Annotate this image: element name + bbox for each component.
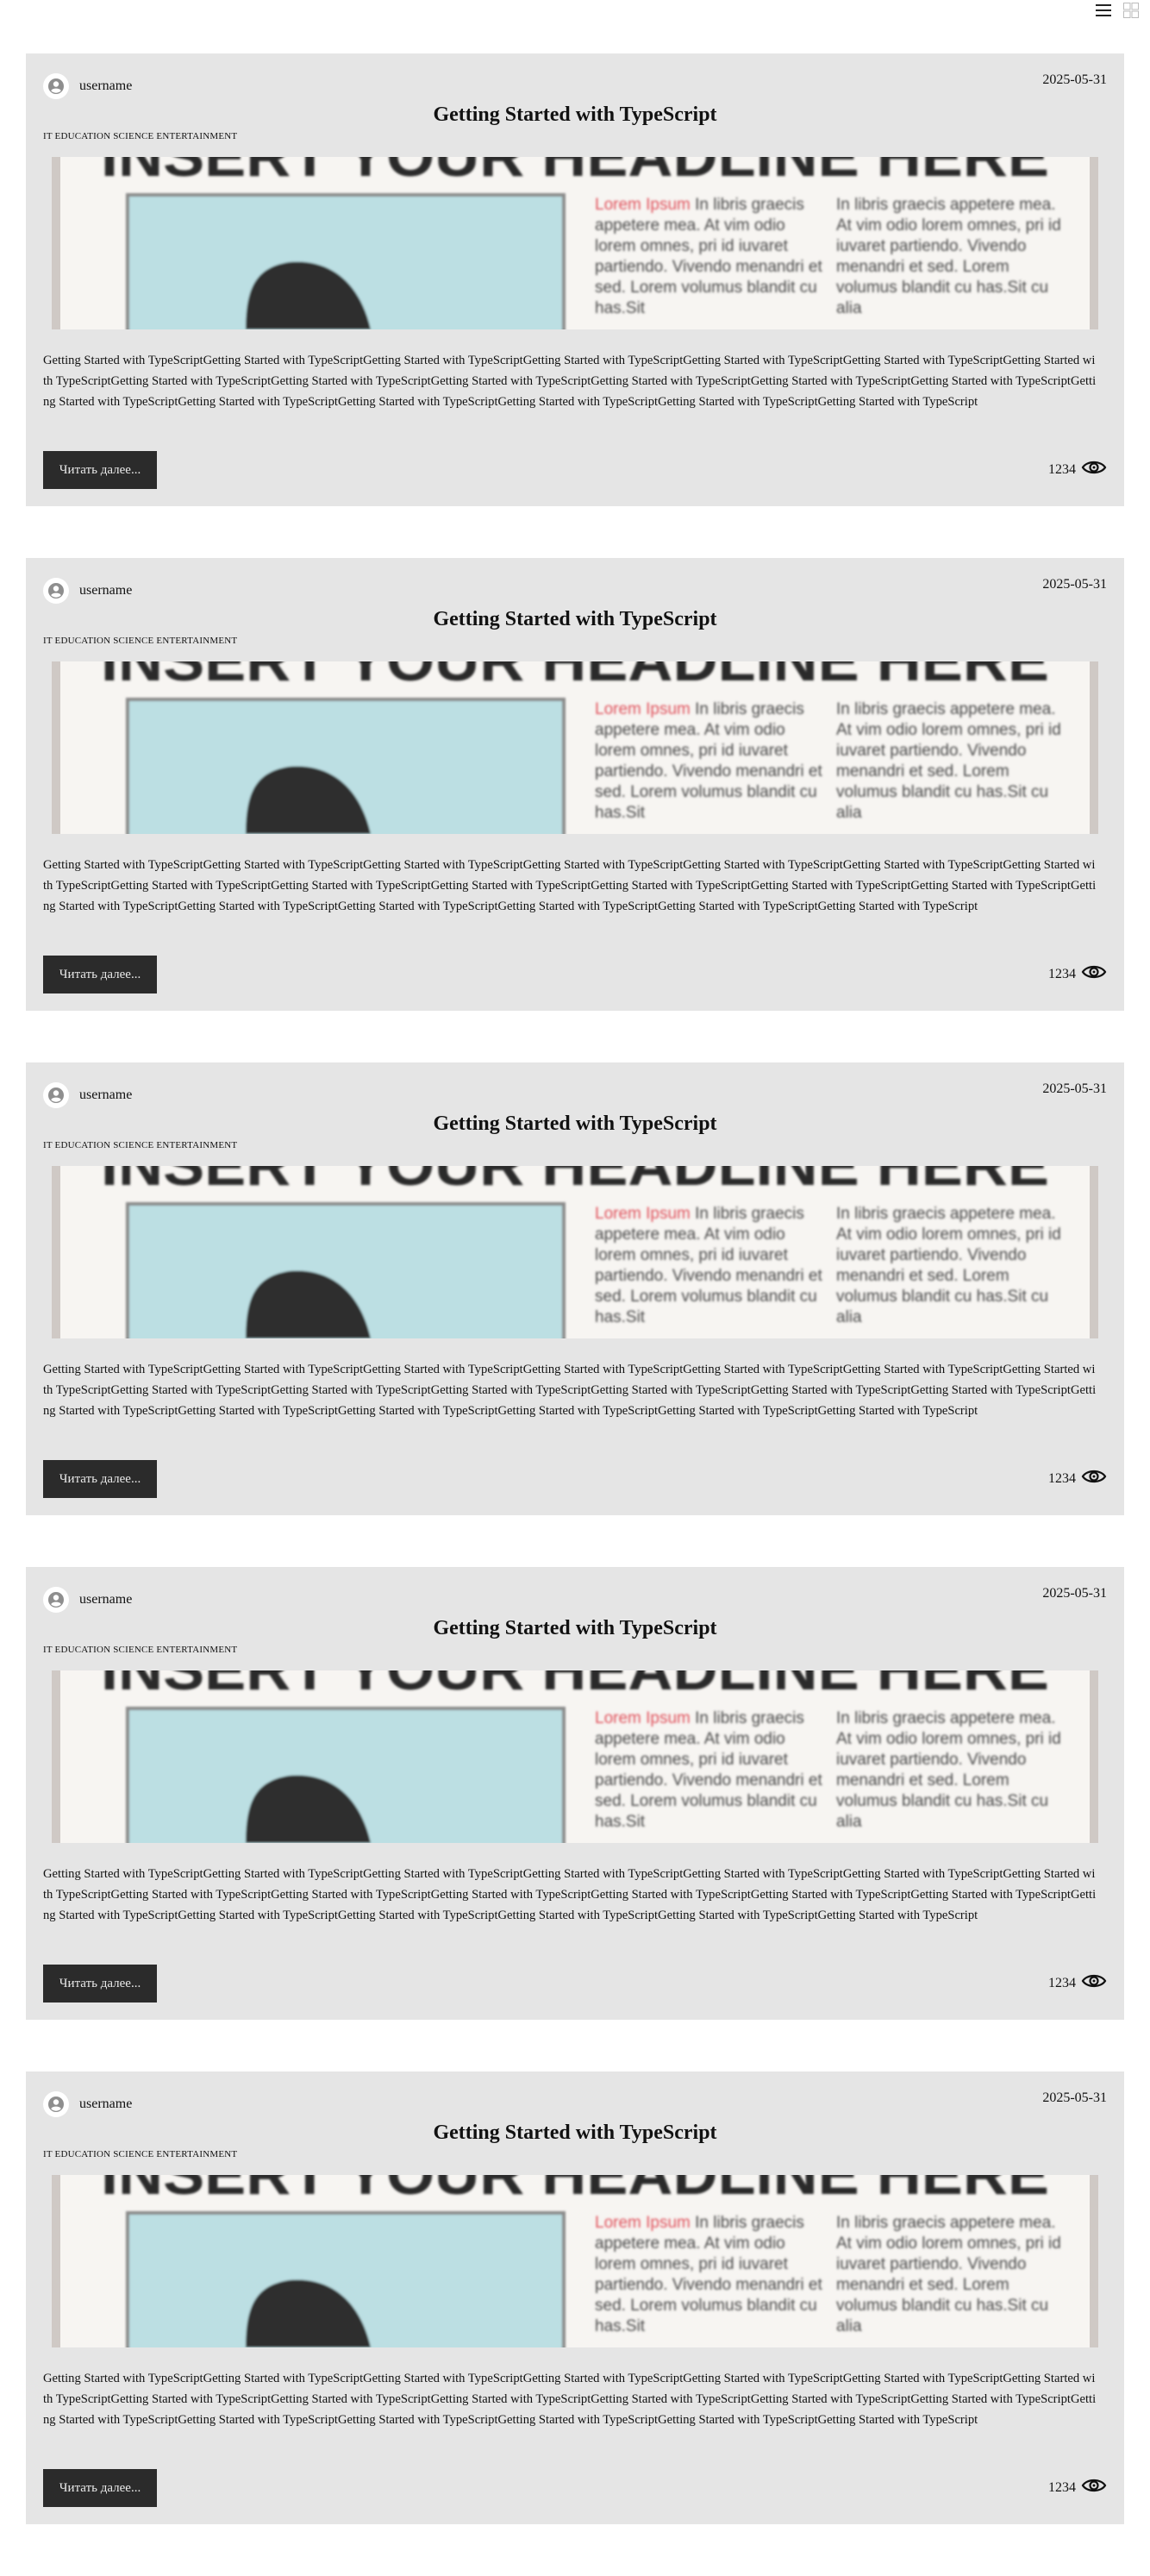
post-card-header: username 2025-05-31 — [43, 2089, 1107, 2120]
read-more-button[interactable]: Читать далее... — [43, 451, 157, 489]
thumbnail-column-text: In libris graecis appetere mea. At vim o… — [836, 1709, 1061, 1831]
user-avatar-icon[interactable] — [43, 1082, 69, 1108]
read-more-button[interactable]: Читать далее... — [43, 1460, 157, 1498]
thumbnail-column-text: In libris graecis appetere mea. At vim o… — [836, 1205, 1061, 1326]
post-title[interactable]: Getting Started with TypeScript — [26, 608, 1124, 631]
view-count: 1234 — [1048, 1468, 1107, 1489]
thumbnail-column-text: In libris graecis appetere mea. At vim o… — [836, 196, 1061, 317]
view-count-value: 1234 — [1048, 461, 1076, 477]
post-card-header: username 2025-05-31 — [43, 71, 1107, 102]
eye-icon — [1081, 963, 1107, 985]
post-card: username 2025-05-31 Getting Started with… — [26, 1062, 1124, 1515]
post-date: 2025-05-31 — [1042, 1586, 1107, 1601]
view-toggle-toolbar — [1084, 0, 1150, 21]
user-avatar-icon[interactable] — [43, 578, 69, 604]
post-title[interactable]: Getting Started with TypeScript — [26, 1617, 1124, 1640]
post-title[interactable]: Getting Started with TypeScript — [26, 103, 1124, 127]
post-thumbnail[interactable]: INSERT YOUR HEADLINE HERE Lorem Ipsum In… — [52, 1166, 1098, 1338]
post-title[interactable]: Getting Started with TypeScript — [26, 1113, 1124, 1136]
view-count: 1234 — [1048, 459, 1107, 480]
eye-icon — [1081, 1468, 1107, 1489]
post-tags: IT EDUCATION SCIENCE ENTERTAINMENT — [43, 1645, 238, 1655]
thumbnail-column-text: In libris graecis appetere mea. At vim o… — [595, 1709, 822, 1831]
author[interactable]: username — [43, 71, 1107, 102]
post-feed: username 2025-05-31 Getting Started with… — [26, 53, 1124, 2576]
post-title[interactable]: Getting Started with TypeScript — [26, 2122, 1124, 2145]
thumbnail-column-text: In libris graecis appetere mea. At vim o… — [595, 1205, 822, 1326]
author[interactable]: username — [43, 575, 1107, 606]
read-more-button[interactable]: Читать далее... — [43, 956, 157, 993]
post-thumbnail[interactable]: INSERT YOUR HEADLINE HERE Lorem Ipsum In… — [52, 661, 1098, 834]
post-thumbnail[interactable]: INSERT YOUR HEADLINE HERE Lorem Ipsum In… — [52, 1670, 1098, 1843]
username[interactable]: username — [79, 2097, 132, 2112]
eye-icon — [1081, 1972, 1107, 1994]
view-count-value: 1234 — [1048, 1470, 1076, 1486]
thumbnail-accent-text: Lorem Ipsum — [595, 196, 691, 214]
thumbnail-headline: INSERT YOUR HEADLINE HERE — [101, 661, 1049, 693]
thumbnail-accent-text: Lorem Ipsum — [595, 700, 691, 718]
post-thumbnail[interactable]: INSERT YOUR HEADLINE HERE Lorem Ipsum In… — [52, 157, 1098, 329]
username[interactable]: username — [79, 78, 132, 94]
view-count: 1234 — [1048, 1972, 1107, 1994]
author[interactable]: username — [43, 2089, 1107, 2120]
view-count: 1234 — [1048, 963, 1107, 985]
author[interactable]: username — [43, 1080, 1107, 1111]
post-date: 2025-05-31 — [1042, 2090, 1107, 2105]
thumbnail-headline: INSERT YOUR HEADLINE HERE — [101, 1670, 1049, 1702]
post-tags: IT EDUCATION SCIENCE ENTERTAINMENT — [43, 1140, 238, 1150]
post-tags: IT EDUCATION SCIENCE ENTERTAINMENT — [43, 636, 238, 646]
list-icon[interactable] — [1093, 0, 1114, 21]
thumbnail-column-text: In libris graecis appetere mea. At vim o… — [595, 2214, 822, 2335]
view-count-value: 1234 — [1048, 2479, 1076, 2495]
user-avatar-icon[interactable] — [43, 2091, 69, 2117]
post-thumbnail[interactable]: INSERT YOUR HEADLINE HERE Lorem Ipsum In… — [52, 2175, 1098, 2347]
post-date: 2025-05-31 — [1042, 577, 1107, 592]
read-more-button[interactable]: Читать далее... — [43, 2469, 157, 2507]
thumbnail-headline: INSERT YOUR HEADLINE HERE — [101, 2175, 1049, 2206]
thumbnail-accent-text: Lorem Ipsum — [595, 1205, 691, 1223]
thumbnail-headline: INSERT YOUR HEADLINE HERE — [101, 157, 1049, 188]
post-card: username 2025-05-31 Getting Started with… — [26, 1567, 1124, 2020]
post-excerpt: Getting Started with TypeScriptGetting S… — [43, 2372, 1097, 2427]
username[interactable]: username — [79, 1592, 132, 1608]
view-count-value: 1234 — [1048, 966, 1076, 981]
thumbnail-column-text: In libris graecis appetere mea. At vim o… — [836, 2214, 1061, 2335]
username[interactable]: username — [79, 1087, 132, 1103]
thumbnail-column-text: In libris graecis appetere mea. At vim o… — [595, 700, 822, 822]
thumbnail-column-text: In libris graecis appetere mea. At vim o… — [836, 700, 1061, 822]
user-avatar-icon[interactable] — [43, 1587, 69, 1613]
post-card: username 2025-05-31 Getting Started with… — [26, 558, 1124, 1011]
post-date: 2025-05-31 — [1042, 1081, 1107, 1096]
username[interactable]: username — [79, 583, 132, 599]
read-more-button[interactable]: Читать далее... — [43, 1965, 157, 2003]
eye-icon — [1081, 459, 1107, 480]
post-tags: IT EDUCATION SCIENCE ENTERTAINMENT — [43, 2149, 238, 2159]
post-tags: IT EDUCATION SCIENCE ENTERTAINMENT — [43, 131, 238, 141]
post-excerpt: Getting Started with TypeScriptGetting S… — [43, 354, 1097, 409]
eye-icon — [1081, 2477, 1107, 2498]
post-date: 2025-05-31 — [1042, 72, 1107, 87]
post-card: username 2025-05-31 Getting Started with… — [26, 53, 1124, 506]
post-card-header: username 2025-05-31 — [43, 1584, 1107, 1615]
post-excerpt: Getting Started with TypeScriptGetting S… — [43, 1363, 1097, 1418]
user-avatar-icon[interactable] — [43, 73, 69, 99]
thumbnail-headline: INSERT YOUR HEADLINE HERE — [101, 1166, 1049, 1197]
author[interactable]: username — [43, 1584, 1107, 1615]
view-count-value: 1234 — [1048, 1975, 1076, 1990]
grid-icon[interactable] — [1121, 0, 1141, 21]
post-excerpt: Getting Started with TypeScriptGetting S… — [43, 1867, 1097, 1922]
post-excerpt: Getting Started with TypeScriptGetting S… — [43, 858, 1097, 913]
post-card-header: username 2025-05-31 — [43, 575, 1107, 606]
post-card-header: username 2025-05-31 — [43, 1080, 1107, 1111]
post-card: username 2025-05-31 Getting Started with… — [26, 2071, 1124, 2524]
view-count: 1234 — [1048, 2477, 1107, 2498]
thumbnail-accent-text: Lorem Ipsum — [595, 1709, 691, 1727]
thumbnail-column-text: In libris graecis appetere mea. At vim o… — [595, 196, 822, 317]
thumbnail-accent-text: Lorem Ipsum — [595, 2214, 691, 2232]
